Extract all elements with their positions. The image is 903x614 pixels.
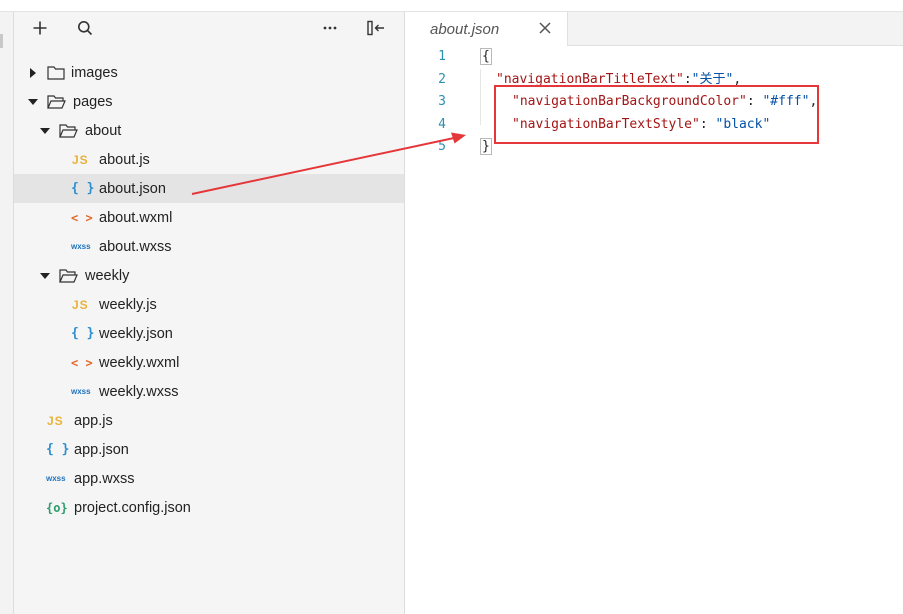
tree-item-app-json[interactable]: { } app.json [14,435,404,464]
matched-brace: } [480,138,492,155]
caret-down-icon[interactable] [28,97,38,107]
json-file-icon: { } [71,181,95,196]
tree-item-label: pages [73,93,113,110]
folder-icon [47,65,65,81]
wxml-file-icon: < > [71,355,93,370]
wxss-file-icon: wxss [71,387,91,396]
wxss-file-icon: wxss [71,242,91,251]
editor-tab-bar: about.json [405,12,903,46]
more-button[interactable] [318,16,342,40]
tree-item-project-config[interactable]: {o} project.config.json [14,493,404,522]
window-top-edge [0,0,903,12]
add-file-button[interactable] [28,16,52,40]
search-icon [78,21,93,36]
annotation-highlight-box [494,85,819,144]
tree-item-weekly-wxml[interactable]: < > weekly.wxml [14,348,404,377]
activity-gutter [0,12,14,614]
close-icon[interactable] [538,21,554,37]
tree-item-label: project.config.json [74,499,191,516]
search-button[interactable] [73,16,97,40]
tree-item-label: app.json [74,441,129,458]
collapse-sidebar-icon [367,20,384,36]
wxss-file-icon: wxss [46,474,66,483]
collapse-sidebar-button[interactable] [364,16,388,40]
json-file-icon: { } [71,326,95,341]
line-number: 3 [438,94,446,109]
tree-item-label: app.wxss [74,470,135,487]
caret-down-icon[interactable] [40,271,50,281]
tree-item-weekly-js[interactable]: JS weekly.js [14,290,404,319]
tree-item-about[interactable]: about [14,116,404,145]
tree-item-about-wxml[interactable]: < > about.wxml [14,203,404,232]
tree-item-label: app.js [74,412,113,429]
tree-item-pages[interactable]: pages [14,87,404,116]
matched-brace: { [480,48,492,65]
file-explorer: images pages about JS about.js {} about… [14,12,405,614]
folder-open-icon [59,123,78,139]
tree-item-label: about.json [99,180,166,197]
line-number: 5 [438,139,446,154]
caret-right-icon[interactable] [28,67,38,78]
tree-item-label: about.wxml [99,209,173,226]
tree-item-label: weekly.json [99,325,173,342]
folder-open-icon [47,94,66,110]
tree-item-label: weekly.wxml [99,354,180,371]
tree-item-weekly-json[interactable]: { } weekly.json [14,319,404,348]
tree-item-app-js[interactable]: JS app.js [14,406,404,435]
js-file-icon: JS [72,297,89,312]
tree-item-label: images [71,64,118,81]
tree-item-label: about.wxss [99,238,172,255]
tab-about-json[interactable]: about.json [405,12,568,46]
tab-title: about.json [430,21,500,38]
json-file-icon: { } [46,442,70,457]
tree-item-about-js[interactable]: JS about.js [14,145,404,174]
code-line-1: 1 { [405,46,903,69]
tree-item-label: weekly.js [99,296,157,313]
line-number: 2 [438,71,446,87]
js-file-icon: JS [47,413,64,428]
tree-item-weekly-wxss[interactable]: wxss weekly.wxss [14,377,404,406]
line-number: 1 [438,49,446,64]
plus-icon [33,21,47,35]
tree-item-label: about.js [99,151,150,168]
tree-item-label: weekly [85,267,130,284]
config-file-icon: {o} [46,500,68,515]
wxml-file-icon: < > [71,210,93,225]
tree-item-about-json[interactable]: { } about.json [14,174,404,203]
tree-item-label: about [85,122,122,139]
js-file-icon: JS [72,152,89,167]
gutter-handle[interactable] [0,34,3,48]
tree-item-about-wxss[interactable]: wxss about.wxss [14,232,404,261]
tree-item-images[interactable]: images [14,58,404,87]
more-horizontal-icon [323,26,337,30]
caret-down-icon[interactable] [40,126,50,136]
tree-item-weekly[interactable]: weekly [14,261,404,290]
line-number: 4 [438,116,446,132]
tree-item-app-wxss[interactable]: wxss app.wxss [14,464,404,493]
explorer-toolbar [14,12,404,46]
tree-item-label: weekly.wxss [99,383,179,400]
file-tree: images pages about JS about.js {} about… [14,58,404,522]
folder-open-icon [59,268,78,284]
